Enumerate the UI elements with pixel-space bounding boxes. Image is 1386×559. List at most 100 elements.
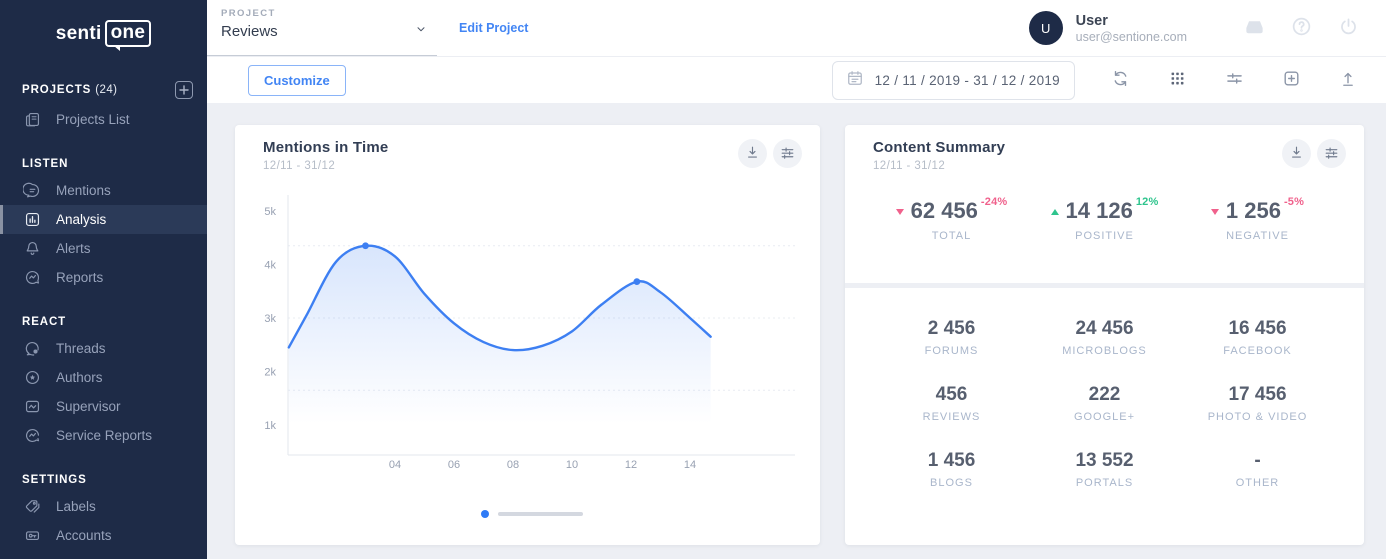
sidebar-item-users[interactable]: Users (0, 550, 207, 559)
sidebar-item-label: Service Reports (56, 428, 152, 443)
kpi-label: TOTAL (875, 230, 1028, 242)
date-range-picker[interactable]: 12 / 11 / 2019 - 31 / 12 / 2019 (832, 61, 1075, 100)
sidebar-item-threads[interactable]: Threads (0, 334, 207, 363)
top-bar: PROJECT Reviews Edit Project U User user… (207, 0, 1386, 57)
kpi-label: NEGATIVE (1181, 230, 1334, 242)
svg-text:12: 12 (625, 459, 637, 471)
sliders-icon (1224, 68, 1245, 92)
stat-googleplus: 222GOOGLE+ (1028, 384, 1181, 423)
sliders-icon (1323, 144, 1340, 164)
stat-forums: 2 456FORUMS (875, 318, 1028, 357)
pager-track[interactable] (498, 512, 583, 516)
sidebar-item-accounts[interactable]: Accounts (0, 521, 207, 550)
section-projects-title: PROJECTS (24) (22, 84, 117, 96)
help-button[interactable] (1289, 16, 1313, 40)
sidebar-item-supervisor[interactable]: Supervisor (0, 392, 207, 421)
accounts-icon (22, 526, 42, 546)
threads-icon (22, 339, 42, 359)
stat-reviews: 456REVIEWS (875, 384, 1028, 423)
export-button[interactable] (1336, 68, 1360, 92)
authors-icon (22, 368, 42, 388)
add-project-button[interactable] (175, 81, 193, 99)
power-button[interactable] (1336, 16, 1360, 40)
svg-text:4k: 4k (264, 260, 276, 272)
inbox-button[interactable] (1242, 16, 1266, 40)
download-icon (744, 144, 761, 164)
sidebar: sentione PROJECTS (24) Projects List LIS… (0, 0, 207, 559)
card-title: Content Summary (873, 139, 1005, 156)
sidebar-item-reports[interactable]: Reports (0, 263, 207, 292)
summary-settings-button[interactable] (1317, 139, 1346, 168)
sidebar-item-labels[interactable]: Labels (0, 492, 207, 521)
logo-box-text: one (105, 20, 152, 47)
project-select-value: Reviews (221, 23, 278, 40)
supervisor-icon (22, 397, 42, 417)
calendar-icon (845, 68, 865, 93)
reports-icon (22, 268, 42, 288)
sidebar-item-analysis[interactable]: Analysis (0, 205, 207, 234)
card-subtitle: 12/11 - 31/12 (263, 160, 388, 172)
mentions-icon (22, 181, 42, 201)
sidebar-item-authors[interactable]: Authors (0, 363, 207, 392)
section-react-title: REACT (22, 316, 66, 328)
analysis-icon (22, 210, 42, 230)
download-summary-button[interactable] (1282, 139, 1311, 168)
customize-button[interactable]: Customize (248, 65, 346, 96)
kpi-delta: -24% (981, 196, 1007, 208)
user-menu[interactable]: U User user@sentione.com (1029, 0, 1187, 56)
svg-text:14: 14 (684, 459, 696, 471)
inbox-icon (1243, 15, 1266, 41)
help-icon (1290, 15, 1313, 41)
trend-up-icon (1051, 209, 1059, 215)
add-widget-button[interactable] (1279, 68, 1303, 92)
export-icon (1338, 69, 1358, 92)
trend-down-icon (1211, 209, 1219, 215)
sliders-icon (779, 144, 796, 164)
sidebar-item-label: Accounts (56, 528, 112, 543)
svg-text:5k: 5k (264, 206, 276, 218)
refresh-icon (1110, 68, 1131, 92)
chart-settings-button[interactable] (773, 139, 802, 168)
stat-blogs: 1 456BLOGS (875, 450, 1028, 489)
svg-text:3k: 3k (264, 313, 276, 325)
kpi-delta: 12% (1136, 196, 1159, 208)
stat-other: -OTHER (1181, 450, 1334, 489)
kpi-total: 62 456-24% TOTAL (875, 196, 1028, 242)
sidebar-item-service-reports[interactable]: Service Reports (0, 421, 207, 450)
mentions-line-chart[interactable]: 1k2k3k4k5k040608101214 (235, 190, 820, 490)
sidebar-item-label: Projects List (56, 112, 130, 127)
download-icon (1288, 144, 1305, 164)
section-settings-title: SETTINGS (22, 474, 87, 486)
widgets-button[interactable] (1165, 68, 1189, 92)
sidebar-item-label: Mentions (56, 183, 111, 198)
sidebar-item-label: Alerts (56, 241, 91, 256)
refresh-button[interactable] (1108, 68, 1132, 92)
user-email: user@sentione.com (1076, 30, 1187, 44)
edit-project-link[interactable]: Edit Project (459, 21, 528, 35)
project-select-label: PROJECT (221, 8, 427, 19)
kpi-label: POSITIVE (1028, 230, 1181, 242)
filters-button[interactable] (1222, 68, 1246, 92)
plus-box-icon (1281, 68, 1302, 92)
stat-photo-video: 17 456PHOTO & VIDEO (1181, 384, 1334, 423)
users-icon (22, 555, 42, 559)
svg-text:06: 06 (448, 459, 460, 471)
mentions-in-time-card: Mentions in Time 12/11 - 31/12 (235, 125, 820, 545)
dashboard-content: Mentions in Time 12/11 - 31/12 (207, 103, 1386, 559)
sidebar-item-alerts[interactable]: Alerts (0, 234, 207, 263)
logo-text: senti (56, 23, 102, 45)
sidebar-item-mentions[interactable]: Mentions (0, 176, 207, 205)
sidebar-item-label: Reports (56, 270, 103, 285)
stat-microblogs: 24 456MICROBLOGS (1028, 318, 1181, 357)
project-select[interactable]: PROJECT Reviews (207, 0, 437, 56)
sidebar-item-label: Threads (56, 341, 106, 356)
sidebar-item-label: Supervisor (56, 399, 121, 414)
download-chart-button[interactable] (738, 139, 767, 168)
chevron-down-icon (415, 22, 427, 40)
card-subtitle: 12/11 - 31/12 (873, 160, 1005, 172)
pager-dot[interactable] (481, 510, 489, 518)
stat-portals: 13 552PORTALS (1028, 450, 1181, 489)
svg-text:08: 08 (507, 459, 519, 471)
labels-icon (22, 497, 42, 517)
sidebar-item-projects-list[interactable]: Projects List (0, 105, 207, 134)
